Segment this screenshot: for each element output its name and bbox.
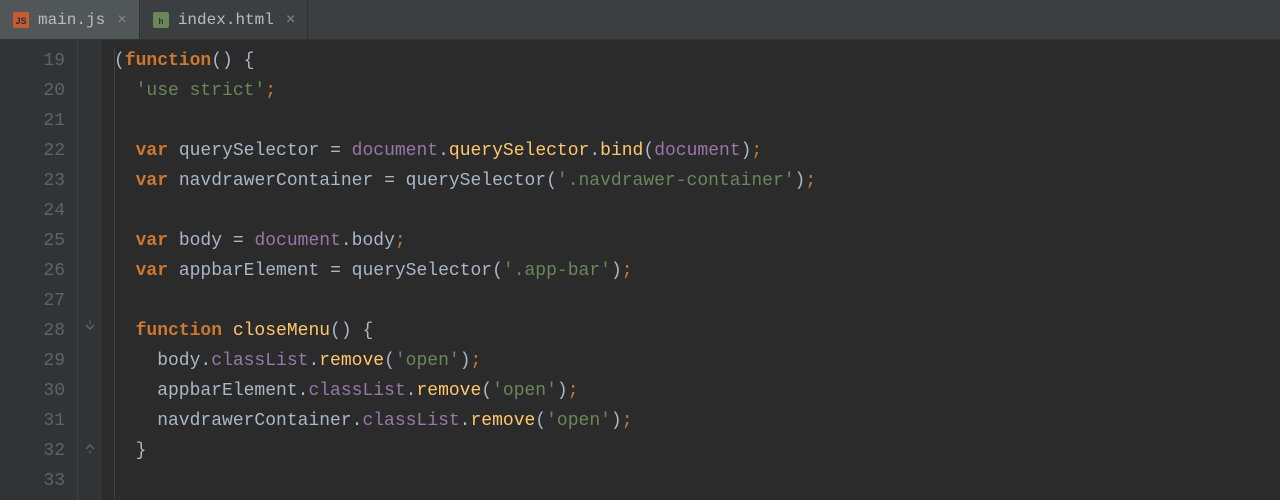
code-line[interactable]: var querySelector = document.querySelect… bbox=[114, 136, 1280, 166]
code-line[interactable]: appbarElement.classList.remove('open'); bbox=[114, 376, 1280, 406]
close-icon[interactable]: × bbox=[286, 11, 296, 29]
tab-label: index.html bbox=[178, 11, 274, 29]
tab-label: main.js bbox=[38, 11, 105, 29]
line-number: 19 bbox=[0, 46, 65, 76]
line-number: 22 bbox=[0, 136, 65, 166]
fold-end-icon[interactable] bbox=[82, 436, 98, 466]
code-line[interactable] bbox=[114, 466, 1280, 496]
code-line[interactable]: var navdrawerContainer = querySelector('… bbox=[114, 166, 1280, 196]
line-number: 31 bbox=[0, 406, 65, 436]
line-number: 32 bbox=[0, 436, 65, 466]
code-line[interactable] bbox=[114, 286, 1280, 316]
line-number: 28 bbox=[0, 316, 65, 346]
js-file-icon: JS bbox=[12, 11, 30, 29]
line-number: 27 bbox=[0, 286, 65, 316]
fold-collapse-icon[interactable] bbox=[82, 316, 98, 346]
line-number: 29 bbox=[0, 346, 65, 376]
line-number: 25 bbox=[0, 226, 65, 256]
line-number: 33 bbox=[0, 466, 65, 496]
code-area[interactable]: (function() { 'use strict'; var querySel… bbox=[102, 40, 1280, 500]
code-line[interactable]: 'use strict'; bbox=[114, 76, 1280, 106]
indent-guide bbox=[114, 48, 115, 498]
svg-text:JS: JS bbox=[15, 16, 26, 26]
fold-gutter bbox=[78, 40, 102, 500]
code-line[interactable]: body.classList.remove('open'); bbox=[114, 346, 1280, 376]
code-line[interactable]: var body = document.body; bbox=[114, 226, 1280, 256]
line-number: 23 bbox=[0, 166, 65, 196]
line-number: 26 bbox=[0, 256, 65, 286]
close-icon[interactable]: × bbox=[117, 11, 127, 29]
tab-bar: JS main.js × h index.html × bbox=[0, 0, 1280, 40]
code-line[interactable]: navdrawerContainer.classList.remove('ope… bbox=[114, 406, 1280, 436]
code-line[interactable] bbox=[114, 106, 1280, 136]
line-number: 21 bbox=[0, 106, 65, 136]
svg-text:h: h bbox=[158, 17, 163, 26]
tab-main-js[interactable]: JS main.js × bbox=[0, 0, 140, 39]
line-number: 30 bbox=[0, 376, 65, 406]
line-number: 24 bbox=[0, 196, 65, 226]
code-line[interactable]: } bbox=[114, 436, 1280, 466]
code-line[interactable]: function closeMenu() { bbox=[114, 316, 1280, 346]
line-number: 20 bbox=[0, 76, 65, 106]
code-line[interactable]: (function() { bbox=[114, 46, 1280, 76]
code-line[interactable]: var appbarElement = querySelector('.app-… bbox=[114, 256, 1280, 286]
html-file-icon: h bbox=[152, 11, 170, 29]
line-number-gutter: 192021222324252627282930313233 bbox=[0, 40, 78, 500]
tab-index-html[interactable]: h index.html × bbox=[140, 0, 309, 39]
code-line[interactable] bbox=[114, 196, 1280, 226]
editor-area: 192021222324252627282930313233 (function… bbox=[0, 40, 1280, 500]
